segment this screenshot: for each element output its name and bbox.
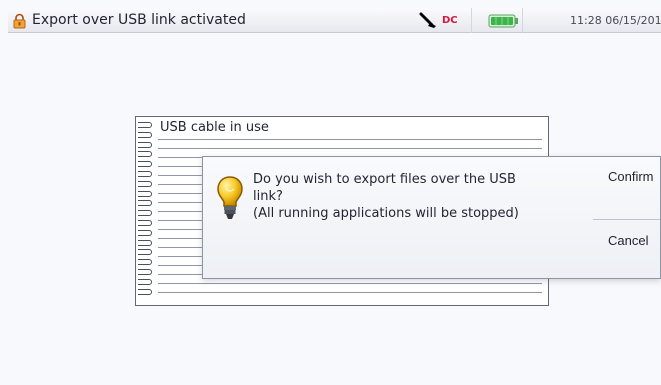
spiral-loop bbox=[138, 220, 152, 226]
spiral-loop bbox=[138, 229, 152, 236]
status-divider-left bbox=[471, 8, 472, 33]
usb-plug-icon bbox=[419, 12, 436, 28]
dialog-button-divider bbox=[593, 219, 660, 220]
spiral-loop bbox=[138, 190, 152, 197]
spiral-loop bbox=[138, 141, 152, 148]
window-title: Export over USB link activated bbox=[32, 12, 246, 28]
lightbulb-icon bbox=[217, 176, 243, 219]
dc-icon: DC bbox=[442, 15, 458, 26]
spiral-loop bbox=[138, 131, 152, 138]
spiral-binding bbox=[138, 122, 154, 300]
clock-date: 11:28 06/15/201 bbox=[570, 14, 661, 27]
notebook-title: USB cable in use bbox=[160, 120, 269, 135]
spiral-loop bbox=[138, 278, 152, 285]
battery-icon bbox=[488, 14, 518, 28]
status-divider-right bbox=[522, 8, 523, 33]
spiral-loop bbox=[138, 122, 152, 128]
title-bar: Export over USB link activated DC 11:28 … bbox=[8, 8, 661, 33]
status-icons: DC bbox=[418, 12, 518, 30]
spiral-loop bbox=[138, 210, 152, 217]
spiral-loop bbox=[138, 249, 152, 256]
dialog-message: Do you wish to export files over the USB… bbox=[253, 171, 568, 222]
spiral-loop bbox=[138, 259, 152, 266]
spiral-loop bbox=[138, 180, 152, 187]
cancel-button[interactable]: Cancel bbox=[608, 233, 648, 248]
spiral-loop bbox=[138, 269, 152, 275]
spiral-loop bbox=[138, 171, 152, 177]
spiral-loop bbox=[138, 239, 152, 246]
lock-icon bbox=[13, 13, 26, 29]
dialog-message-line-3: (All running applications will be stoppe… bbox=[253, 206, 519, 221]
spiral-loop bbox=[138, 161, 152, 168]
dialog-message-line-1: Do you wish to export files over the USB bbox=[253, 172, 516, 187]
spiral-loop bbox=[138, 288, 152, 295]
device-screen: Export over USB link activated DC 11:28 … bbox=[0, 0, 661, 385]
dialog-message-line-2: link? bbox=[253, 189, 283, 204]
spiral-loop bbox=[138, 151, 152, 158]
confirm-button[interactable]: Confirm bbox=[608, 169, 654, 184]
export-dialog: Do you wish to export files over the USB… bbox=[202, 156, 661, 279]
spiral-loop bbox=[138, 200, 152, 207]
